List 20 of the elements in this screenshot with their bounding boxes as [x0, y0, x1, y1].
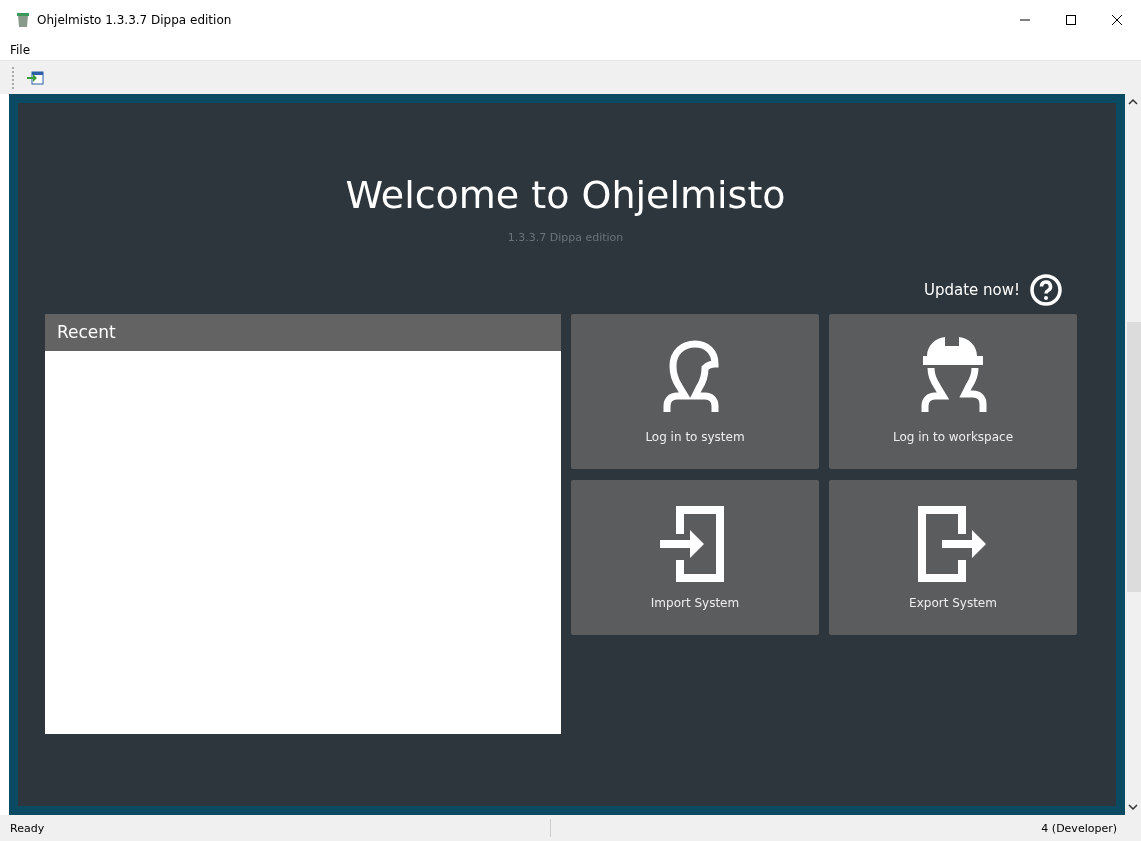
status-text: Ready	[10, 821, 45, 835]
tile-button[interactable]: Log in to system	[571, 314, 819, 469]
menu-item[interactable]: File	[10, 43, 31, 57]
tile-button[interactable]: Log in to workspace	[829, 314, 1077, 469]
update-link[interactable]: Update now!	[923, 281, 1020, 299]
tile-button[interactable]: Import System	[571, 480, 819, 635]
scroll-down-icon[interactable]	[1128, 803, 1138, 811]
tile-button[interactable]: Export System	[829, 480, 1077, 635]
export-icon	[918, 506, 988, 582]
recent-header: Recent	[45, 314, 561, 351]
scroll-up-icon[interactable]	[1128, 98, 1138, 106]
import-window-icon[interactable]	[26, 70, 44, 85]
user-level-text: 4 (Developer)	[1041, 821, 1117, 835]
version-label: 1.3.3.7 Dippa edition	[507, 231, 624, 244]
close-icon[interactable]	[1111, 14, 1123, 26]
maximize-icon[interactable]	[1065, 14, 1077, 26]
welcome-heading: Welcome to Ohjelmisto	[345, 173, 786, 217]
app-icon	[17, 13, 29, 27]
help-icon[interactable]	[1030, 274, 1062, 306]
window-title: Ohjelmisto 1.3.3.7 Dippa edition	[37, 13, 232, 27]
